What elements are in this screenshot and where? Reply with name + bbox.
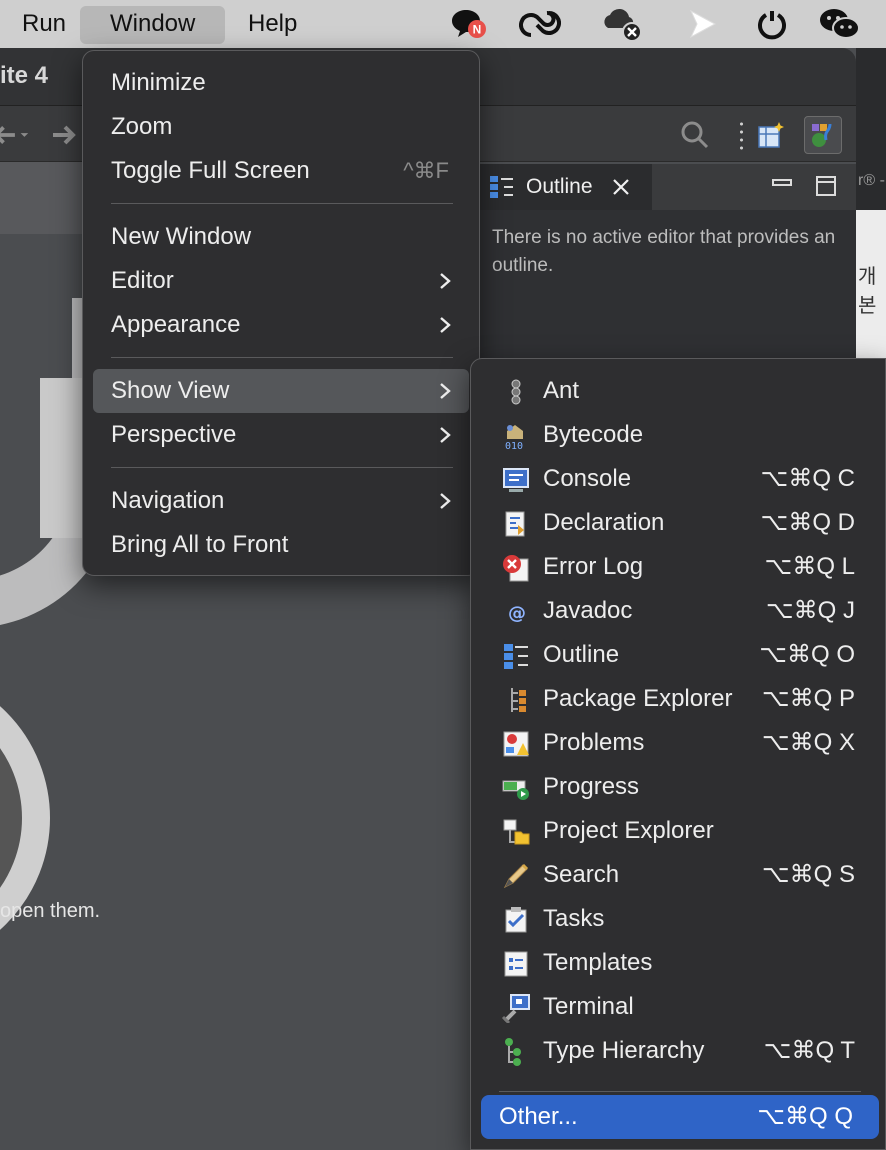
back-arrow-icon[interactable]	[0, 116, 32, 154]
show-view-submenu: Ant 010 Bytecode Console ⌥⌘Q C Declarati…	[470, 358, 886, 1150]
view-item-type-hierarchy[interactable]: Type Hierarchy ⌥⌘Q T	[479, 1029, 879, 1073]
menu-item-show-view[interactable]: Show View	[93, 369, 469, 413]
open-perspective-icon[interactable]	[752, 116, 790, 154]
menu-separator	[111, 357, 453, 358]
menubar-window[interactable]: Window	[80, 6, 226, 44]
outline-empty-message: There is no active editor that provides …	[492, 227, 836, 276]
view-item-ant[interactable]: Ant	[479, 369, 879, 413]
bytecode-icon: 010	[505, 425, 523, 451]
menu-item-bring-all-to-front[interactable]: Bring All to Front	[93, 523, 469, 567]
maximize-view-icon[interactable]	[814, 174, 838, 198]
view-item-templates[interactable]: Templates	[479, 941, 879, 985]
view-item-search[interactable]: Search ⌥⌘Q S	[479, 853, 879, 897]
type-hierarchy-icon	[505, 1038, 521, 1066]
menu-item-appearance[interactable]: Appearance	[93, 303, 469, 347]
svg-text:@: @	[508, 603, 526, 624]
shortcut-toggle-full-screen: ^⌘F	[403, 158, 449, 183]
menu-item-navigation[interactable]: Navigation	[93, 479, 469, 523]
view-item-terminal[interactable]: Terminal	[479, 985, 879, 1029]
notification-badge: N	[473, 23, 482, 37]
toolbar-separator	[740, 120, 743, 150]
menu-item-minimize[interactable]: Minimize	[93, 61, 469, 105]
view-item-problems[interactable]: Problems ⌥⌘Q X	[479, 721, 879, 765]
view-item-progress[interactable]: Progress	[479, 765, 879, 809]
search-view-icon	[503, 863, 529, 889]
project-explorer-icon	[503, 819, 530, 845]
outline-icon	[504, 644, 528, 669]
chevron-right-icon	[440, 317, 451, 333]
menu-item-perspective[interactable]: Perspective	[93, 413, 469, 457]
chevron-right-icon	[440, 273, 451, 289]
view-item-tasks[interactable]: Tasks	[479, 897, 879, 941]
window-menu: Minimize Zoom Toggle Full Screen ^⌘F New …	[82, 50, 480, 576]
outline-icon	[490, 176, 513, 198]
menu-separator	[499, 1091, 861, 1092]
error-log-icon	[503, 555, 529, 582]
view-item-console[interactable]: Console ⌥⌘Q C	[479, 457, 879, 501]
view-item-declaration[interactable]: Declaration ⌥⌘Q D	[479, 501, 879, 545]
welcome-graphic-circle	[0, 668, 50, 968]
svg-text:010: 010	[505, 441, 523, 451]
chevron-right-icon	[440, 493, 451, 509]
close-icon[interactable]	[611, 177, 631, 197]
console-icon	[503, 468, 529, 492]
chevron-right-icon	[440, 427, 451, 443]
javadoc-icon: @	[508, 603, 526, 624]
welcome-hint-text: open them.	[0, 900, 101, 922]
ant-icon	[511, 379, 521, 405]
outline-view-tabbar: Outline	[480, 164, 856, 210]
menu-separator	[111, 203, 453, 204]
view-item-bytecode[interactable]: 010 Bytecode	[479, 413, 879, 457]
tab-outline[interactable]: Outline	[480, 164, 652, 210]
templates-icon	[504, 951, 528, 977]
play-icon[interactable]	[680, 6, 724, 42]
view-item-javadoc[interactable]: @ Javadoc ⌥⌘Q J	[479, 589, 879, 633]
forward-arrow-icon[interactable]	[46, 116, 84, 154]
menu-separator	[111, 467, 453, 468]
tasks-icon	[505, 907, 527, 933]
declaration-icon	[505, 511, 525, 537]
view-item-outline[interactable]: Outline ⌥⌘Q O	[479, 633, 879, 677]
view-item-error-log[interactable]: Error Log ⌥⌘Q L	[479, 545, 879, 589]
java-perspective-button[interactable]	[804, 116, 842, 154]
right-edge-label: r® -	[858, 172, 885, 189]
progress-icon	[502, 780, 529, 800]
view-item-package-explorer[interactable]: Package Explorer ⌥⌘Q P	[479, 677, 879, 721]
chat-notification-icon[interactable]: N	[446, 6, 490, 42]
menubar-help[interactable]: Help	[218, 6, 327, 44]
package-explorer-icon	[511, 688, 526, 712]
menu-item-toggle-full-screen[interactable]: Toggle Full Screen ^⌘F	[93, 149, 469, 193]
creative-cloud-icon[interactable]	[518, 6, 562, 42]
power-icon[interactable]	[750, 6, 794, 42]
terminal-icon	[501, 994, 530, 1023]
window-title: ite 4	[0, 62, 49, 89]
problems-icon	[503, 731, 529, 757]
chevron-right-icon	[440, 383, 451, 399]
view-item-project-explorer[interactable]: Project Explorer	[479, 809, 879, 853]
cloud-offline-icon[interactable]	[600, 6, 644, 42]
search-icon[interactable]	[676, 116, 714, 154]
menu-item-zoom[interactable]: Zoom	[93, 105, 469, 149]
menu-item-editor[interactable]: Editor	[93, 259, 469, 303]
wechat-icon[interactable]	[818, 6, 862, 42]
minimize-view-icon[interactable]	[770, 174, 794, 198]
menu-item-new-window[interactable]: New Window	[93, 215, 469, 259]
right-edge-korean-text: 개본	[858, 266, 877, 317]
view-item-other[interactable]: Other... ⌥⌘Q Q	[481, 1095, 879, 1139]
tab-outline-label: Outline	[526, 175, 593, 198]
macos-menu-bar: Run Window Help N	[0, 0, 886, 48]
